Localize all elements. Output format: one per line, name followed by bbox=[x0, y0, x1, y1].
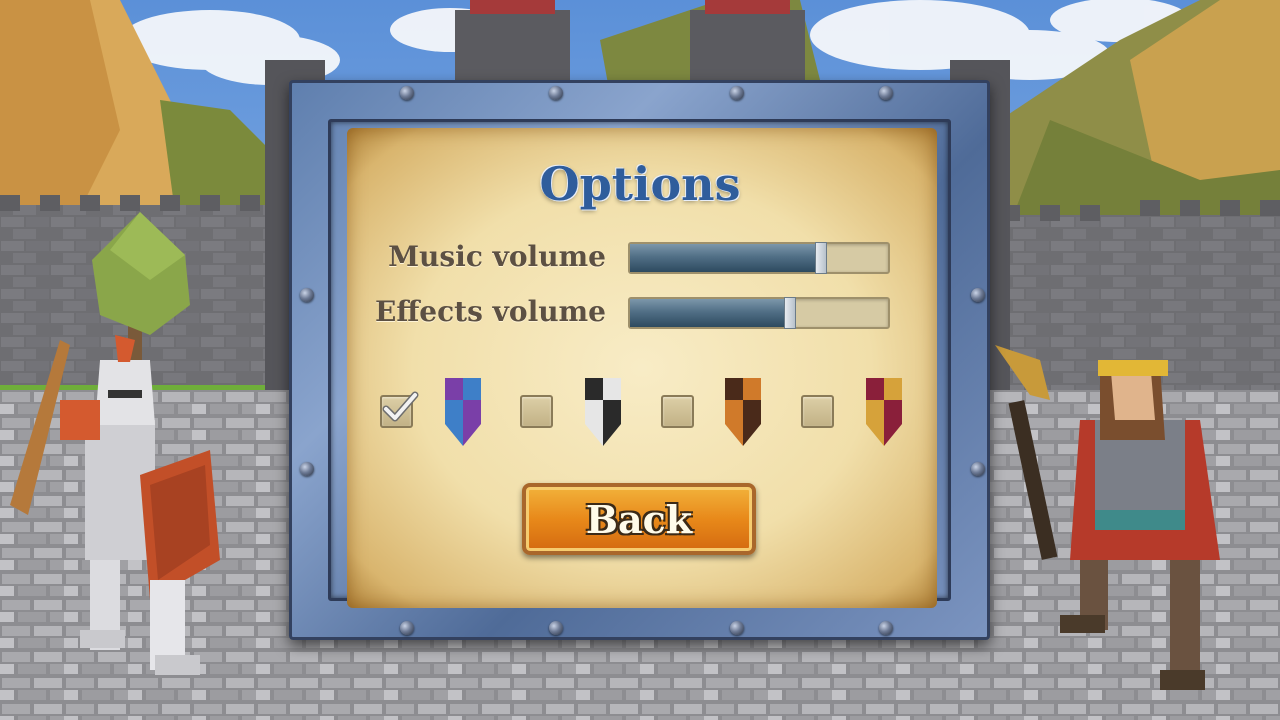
rivet bbox=[971, 288, 985, 302]
blue-purple-shield-icon[interactable] bbox=[445, 378, 481, 446]
banner-checkbox-1[interactable] bbox=[380, 391, 419, 428]
rivet bbox=[730, 86, 744, 100]
rivet bbox=[730, 621, 744, 635]
banner-checkbox-4[interactable] bbox=[801, 395, 834, 428]
effects-volume-handle[interactable] bbox=[783, 297, 796, 329]
rivet bbox=[971, 462, 985, 476]
orange-brown-shield-icon[interactable] bbox=[725, 378, 761, 446]
music-volume-label: Music volume bbox=[388, 240, 606, 273]
effects-volume-label: Effects volume bbox=[374, 295, 606, 328]
rivet bbox=[879, 621, 893, 635]
back-button-label: Back bbox=[585, 497, 693, 542]
options-title: Options bbox=[539, 157, 741, 211]
music-volume-handle[interactable] bbox=[814, 242, 827, 274]
rivet bbox=[549, 86, 563, 100]
effects-volume-slider[interactable] bbox=[628, 297, 890, 329]
banner-checkbox-3[interactable] bbox=[661, 395, 694, 428]
banner-checkbox-2[interactable] bbox=[520, 395, 553, 428]
music-volume-slider[interactable] bbox=[628, 242, 890, 274]
music-volume-fill bbox=[630, 244, 821, 272]
effects-volume-fill bbox=[630, 299, 790, 327]
black-white-shield-icon[interactable] bbox=[585, 378, 621, 446]
crimson-gold-shield-icon[interactable] bbox=[866, 378, 902, 446]
back-button[interactable]: Back bbox=[522, 483, 756, 555]
rivet bbox=[300, 462, 314, 476]
checkmark-icon bbox=[382, 391, 419, 422]
rivet bbox=[879, 86, 893, 100]
rivet bbox=[400, 621, 414, 635]
rivet bbox=[549, 621, 563, 635]
rivet bbox=[400, 86, 414, 100]
